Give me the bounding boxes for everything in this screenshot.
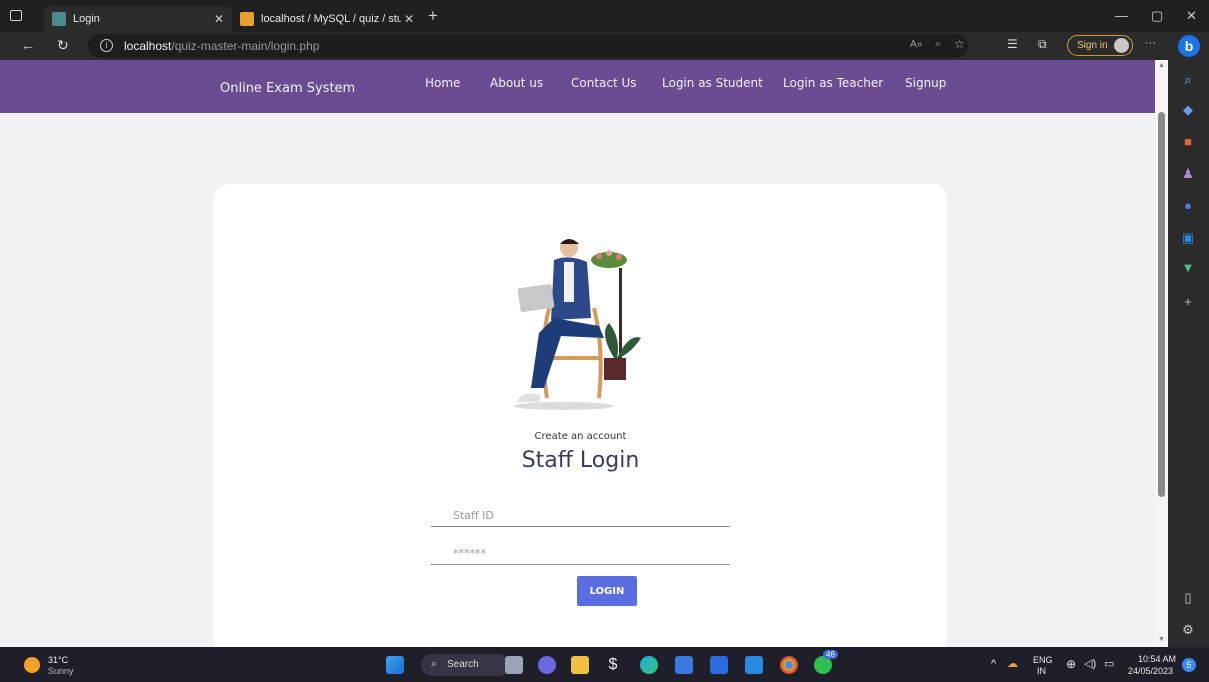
page-title: Staff Login: [521, 448, 640, 473]
microsoft-store-icon[interactable]: [675, 656, 693, 674]
tab-actions-icon[interactable]: [10, 10, 22, 21]
create-account-text: Create an account: [534, 431, 627, 442]
url-host: localhost: [124, 39, 172, 53]
terminal-icon[interactable]: $: [604, 656, 622, 674]
whatsapp-badge: 46: [823, 650, 838, 659]
staff-id-field: [431, 497, 730, 527]
refresh-icon[interactable]: ↻: [57, 37, 69, 54]
language-code[interactable]: ENG: [1033, 655, 1053, 665]
read-aloud-icon[interactable]: A»: [910, 39, 922, 50]
shopping-tag-icon[interactable]: ◆: [1180, 102, 1196, 118]
hide-sidebar-icon[interactable]: ▯: [1180, 590, 1196, 606]
login-card: Create an account Staff Login LOGIN: [214, 184, 947, 647]
onedrive-icon[interactable]: ☁: [1007, 657, 1018, 670]
edge-sidebar: ⌕ ◆ ■ ♟ ● ▣ ▼ + ▯ ⚙: [1168, 60, 1209, 647]
volume-icon[interactable]: ◁): [1084, 657, 1096, 670]
scrollbar-thumb[interactable]: [1158, 112, 1165, 497]
staff-id-input[interactable]: [431, 497, 730, 526]
page-viewport: Online Exam System Home About us Contact…: [0, 60, 1155, 647]
tab-label: Login: [73, 13, 100, 25]
person-with-laptop-illustration: [514, 239, 641, 410]
weather-sun-icon[interactable]: [24, 657, 40, 673]
network-icon[interactable]: ⊕: [1066, 657, 1076, 671]
page-scrollbar[interactable]: ▲ ▼: [1155, 60, 1168, 647]
vscode-icon[interactable]: [745, 656, 763, 674]
dropbox-icon[interactable]: [710, 656, 728, 674]
teams-chat-icon[interactable]: [538, 656, 556, 674]
new-tab-button[interactable]: +: [428, 6, 438, 26]
edge-browser-icon[interactable]: [640, 656, 658, 674]
collections-icon[interactable]: ⧉: [1038, 37, 1047, 52]
battery-icon[interactable]: ▭: [1104, 657, 1114, 670]
file-explorer-icon[interactable]: [571, 656, 589, 674]
url-text: localhost/quiz-master-main/login.php: [124, 39, 319, 53]
nav-login-teacher[interactable]: Login as Teacher: [783, 76, 883, 90]
login-button[interactable]: LOGIN: [577, 576, 637, 606]
profile-avatar: [1114, 38, 1129, 53]
zoom-icon[interactable]: ⌕: [935, 38, 941, 51]
restore-icon[interactable]: ▢: [1151, 8, 1163, 24]
phpmyadmin-favicon-icon: [240, 12, 254, 26]
outlook-icon[interactable]: ▣: [1180, 230, 1196, 246]
password-input[interactable]: [431, 535, 730, 564]
bing-copilot-icon[interactable]: b: [1178, 35, 1200, 57]
tab-login[interactable]: Login ✕: [44, 6, 232, 32]
show-hidden-icons[interactable]: ^: [991, 658, 996, 670]
windows-start-icon[interactable]: [386, 656, 404, 674]
search-magnifier-icon: ⌕: [431, 658, 438, 670]
minimize-icon[interactable]: —: [1115, 8, 1128, 23]
tab-phpmyadmin[interactable]: localhost / MySQL / quiz / studer ✕: [232, 6, 422, 32]
close-window-icon[interactable]: ✕: [1186, 8, 1197, 24]
close-tab-icon[interactable]: ✕: [404, 12, 414, 26]
nav-signup[interactable]: Signup: [905, 76, 946, 90]
back-arrow-icon[interactable]: ←: [21, 37, 35, 53]
favorite-star-icon[interactable]: ☆: [954, 37, 965, 51]
clock-time[interactable]: 10:54 AM: [1138, 654, 1176, 664]
games-icon[interactable]: ♟: [1180, 166, 1196, 182]
more-menu-button[interactable]: ···: [1145, 37, 1156, 49]
task-view-icon[interactable]: [505, 656, 523, 674]
browser-toolbar: ← ↻ i localhost/quiz-master-main/login.p…: [0, 32, 1209, 60]
tools-icon[interactable]: ■: [1180, 134, 1196, 150]
tab-label: localhost / MySQL / quiz / studer: [261, 13, 401, 25]
taskbar-search[interactable]: ⌕ Search: [421, 654, 509, 676]
url-path: /quiz-master-main/login.php: [171, 39, 320, 53]
chrome-icon[interactable]: [780, 656, 798, 674]
add-sidebar-app-icon[interactable]: +: [1180, 294, 1196, 310]
browser-tab-bar: Login ✕ localhost / MySQL / quiz / stude…: [0, 0, 1209, 32]
notification-badge[interactable]: 5: [1182, 658, 1196, 672]
site-brand[interactable]: Online Exam System: [220, 81, 355, 96]
microsoft-365-icon[interactable]: ●: [1180, 198, 1196, 214]
sign-in-label: Sign in: [1077, 40, 1108, 51]
scroll-up-icon[interactable]: ▲: [1158, 62, 1165, 69]
weather-temp: 31°C: [48, 655, 69, 665]
search-icon[interactable]: ⌕: [1180, 72, 1196, 88]
site-navbar: Online Exam System Home About us Contact…: [0, 60, 1155, 113]
nav-login-student[interactable]: Login as Student: [662, 76, 763, 90]
weather-condition: Sunny: [48, 666, 74, 676]
close-tab-icon[interactable]: ✕: [214, 12, 224, 26]
favorites-icon[interactable]: ☰: [1007, 37, 1018, 51]
site-info-icon[interactable]: i: [100, 39, 113, 52]
scroll-down-icon[interactable]: ▼: [1158, 636, 1165, 643]
drop-icon[interactable]: ▼: [1180, 260, 1196, 276]
nav-contact[interactable]: Contact Us: [571, 76, 637, 90]
page-favicon-icon: [52, 12, 66, 26]
sign-in-button[interactable]: Sign in: [1067, 35, 1133, 56]
password-field: [431, 535, 730, 565]
settings-icon[interactable]: ⚙: [1180, 622, 1196, 638]
language-region: IN: [1037, 666, 1046, 676]
nav-home[interactable]: Home: [425, 76, 460, 90]
windows-taskbar: 31°C Sunny ⌕ Search $ 46 ^ ☁ ENG IN ⊕ ◁)…: [0, 647, 1209, 682]
search-label: Search: [447, 659, 479, 670]
clock-date: 24/05/2023: [1128, 666, 1174, 676]
address-bar[interactable]: i localhost/quiz-master-main/login.php A…: [88, 34, 968, 58]
nav-about[interactable]: About us: [490, 76, 543, 90]
